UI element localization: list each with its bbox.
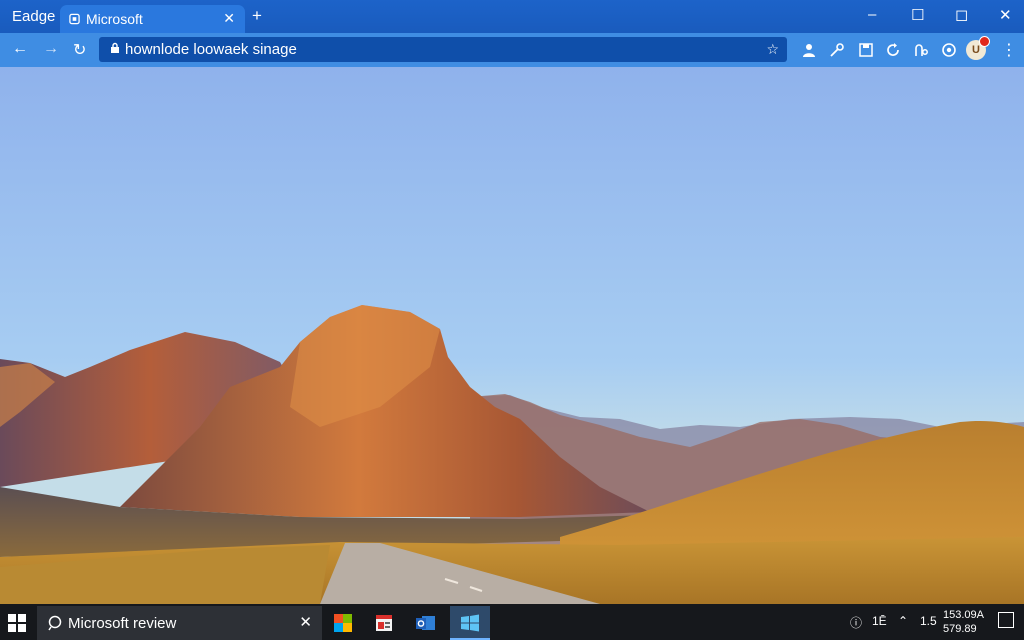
outlook-icon[interactable]	[405, 606, 445, 640]
forward-button[interactable]: →	[43, 40, 59, 58]
minimize-button[interactable]: –	[868, 6, 876, 23]
settings-icon[interactable]	[941, 42, 957, 58]
maximize-button[interactable]: ☐	[911, 6, 924, 24]
tray-chevron-icon[interactable]: ⌃	[898, 614, 908, 628]
tab-title: Microsoft	[86, 11, 143, 27]
clock-date: 579.89	[943, 623, 977, 635]
window-close-button[interactable]: ✕	[999, 6, 1012, 24]
new-tab-button[interactable]: +	[252, 6, 262, 26]
favorite-star-icon[interactable]: ☆	[766, 41, 779, 58]
tray-item-2[interactable]: 1Ē	[872, 614, 887, 628]
notification-center-icon[interactable]	[998, 612, 1014, 628]
search-icon	[48, 615, 62, 631]
refresh-button[interactable]: ↻	[73, 40, 86, 60]
person-icon[interactable]	[801, 42, 817, 58]
tray-item-4[interactable]: 1.5	[920, 614, 937, 628]
search-text: Microsoft review	[68, 615, 177, 632]
tab-microsoft[interactable]: Microsoft ✕	[60, 5, 245, 33]
profile-avatar[interactable]: U	[966, 36, 990, 60]
refresh-icon[interactable]	[885, 42, 901, 58]
profile-initial: U	[972, 44, 980, 56]
colorful-app-icon[interactable]	[323, 606, 363, 640]
search-close-icon[interactable]: ✕	[299, 613, 312, 631]
page-content	[0, 67, 1024, 604]
browser-toolbar: ← → ↻ ☆ U ⋮	[0, 33, 1024, 67]
clock-time: 153.09A	[943, 609, 984, 621]
taskbar-search[interactable]: Microsoft review ✕	[37, 606, 322, 640]
landscape-image	[0, 67, 1024, 604]
back-button[interactable]: ←	[12, 40, 28, 58]
tab-close-icon[interactable]: ✕	[223, 10, 235, 27]
taskbar-clock[interactable]: 153.09A 579.89	[943, 608, 984, 636]
url-input[interactable]	[125, 40, 745, 59]
page-icon	[69, 13, 80, 25]
browser-brand: Eadge	[12, 8, 56, 25]
windows-store-icon[interactable]	[450, 606, 490, 640]
address-bar[interactable]: ☆	[99, 37, 787, 62]
restore-button[interactable]: ◻	[955, 5, 968, 25]
windows-start-icon[interactable]	[8, 614, 26, 632]
title-bar: Eadge Microsoft ✕ + – ☐ ✕ ◻	[0, 0, 1024, 33]
save-icon[interactable]	[858, 42, 874, 58]
lock-icon	[111, 42, 119, 53]
taskbar: Microsoft review ✕ ⓘ 1Ē ⌃ 1.5 153.09A 57…	[0, 604, 1024, 640]
key-icon[interactable]	[829, 42, 845, 58]
accessibility-icon[interactable]	[913, 42, 929, 58]
more-menu-button[interactable]: ⋮	[1001, 40, 1017, 60]
notification-badge	[979, 36, 990, 47]
news-app-icon[interactable]	[364, 606, 404, 640]
tray-info-icon[interactable]: ⓘ	[850, 614, 862, 631]
